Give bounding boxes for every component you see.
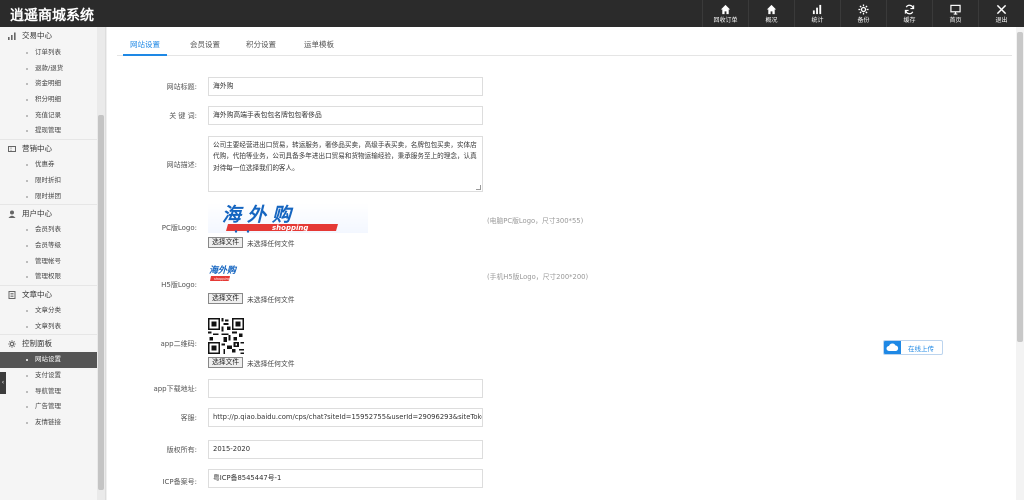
home-icon bbox=[720, 4, 731, 14]
sidebar-item-admin-permissions[interactable]: 管理权限 bbox=[0, 269, 105, 285]
user-icon bbox=[8, 210, 16, 219]
pc-logo-file-status: 未选择任何文件 bbox=[247, 240, 295, 248]
monitor-icon bbox=[950, 4, 961, 15]
h5-logo-text: 海外购 bbox=[209, 265, 238, 276]
keywords-input[interactable]: 海外购高端手表包包名牌包包奢侈品 bbox=[208, 106, 483, 125]
cloud-upload-icon bbox=[886, 343, 899, 351]
nav-overview[interactable]: 概况 bbox=[748, 0, 794, 27]
ticket-icon bbox=[8, 146, 16, 153]
app-download-label: app下载地址: bbox=[153, 385, 197, 393]
h5-logo-file-button[interactable]: 选择文件 bbox=[208, 293, 244, 304]
sidebar-scrollbar[interactable] bbox=[97, 27, 105, 500]
copyright-input[interactable]: 2015-2020 bbox=[208, 440, 483, 459]
pc-logo-label: PC版Logo: bbox=[161, 224, 197, 232]
sidebar-item-members[interactable]: 会员列表 bbox=[0, 222, 105, 238]
pc-logo-subtext: shopping bbox=[272, 224, 308, 232]
sidebar-item-payment-settings[interactable]: 支付设置 bbox=[0, 368, 105, 384]
sidebar-item-friend-links[interactable]: 友情链接 bbox=[0, 415, 105, 431]
nav-cache[interactable]: 缓存 bbox=[886, 0, 932, 27]
h5-logo-graphic: 海外购 shopping bbox=[209, 265, 238, 281]
tab-points-settings[interactable]: 积分设置 bbox=[239, 35, 283, 56]
app-qr-label: app二维码: bbox=[160, 340, 197, 348]
sidebar-item-nav-management[interactable]: 导航管理 bbox=[0, 384, 105, 400]
service-label: 客服: bbox=[180, 414, 197, 422]
sidebar-item-group-buy[interactable]: 限时拼团 bbox=[0, 189, 105, 205]
icp-input[interactable]: 粤ICP备8545447号-1 bbox=[208, 469, 483, 488]
document-icon bbox=[8, 290, 16, 299]
sidebar-item-admin-accounts[interactable]: 管理帐号 bbox=[0, 254, 105, 270]
home-icon bbox=[766, 4, 777, 14]
sidebar-group-trade[interactable]: 交易中心 bbox=[0, 27, 105, 45]
sidebar-item-refunds[interactable]: 退款/退货 bbox=[0, 61, 105, 77]
bar-chart-icon bbox=[8, 32, 16, 40]
bar-chart-icon bbox=[812, 4, 822, 14]
gear-icon bbox=[8, 340, 16, 349]
refresh-icon bbox=[904, 4, 915, 14]
sidebar-item-withdraw[interactable]: 提现管理 bbox=[0, 123, 105, 139]
sidebar-group-users[interactable]: 用户中心 bbox=[0, 204, 105, 222]
h5-logo-label: H5版Logo: bbox=[161, 281, 197, 289]
sidebar-item-orders[interactable]: 订单列表 bbox=[0, 45, 105, 61]
sidebar-item-article-list[interactable]: 文章列表 bbox=[0, 319, 105, 335]
pc-logo-file-button[interactable]: 选择文件 bbox=[208, 237, 244, 248]
keywords-label: 关 键 词: bbox=[169, 112, 197, 120]
h5-logo-file-status: 未选择任何文件 bbox=[247, 296, 295, 304]
h5-logo-subtext: shopping bbox=[214, 277, 231, 281]
sidebar-item-site-settings[interactable]: 网站设置 bbox=[0, 352, 105, 368]
sidebar-item-funds[interactable]: 资金明细 bbox=[0, 76, 105, 92]
pc-logo-hint: (电脑PC版Logo，尺寸300*55) bbox=[487, 217, 584, 225]
sidebar-scroll-thumb[interactable] bbox=[98, 115, 104, 490]
sidebar-group-control-panel[interactable]: 控制面板 bbox=[0, 334, 105, 352]
close-icon bbox=[996, 4, 1007, 14]
icp-label: ICP备案号: bbox=[162, 478, 197, 486]
description-textarea[interactable]: 公司主要经营进出口贸易，转运服务，奢侈品买卖，高级手表买卖，名牌包包买卖，实体店… bbox=[208, 136, 483, 192]
sidebar-collapse-handle[interactable]: ‹ bbox=[0, 372, 6, 394]
sidebar-item-member-levels[interactable]: 会员等级 bbox=[0, 238, 105, 254]
sidebar-item-coupons[interactable]: 优惠券 bbox=[0, 157, 105, 173]
site-title-label: 网站标题: bbox=[166, 83, 197, 91]
h5-logo-hint: (手机H5版Logo，尺寸200*200) bbox=[487, 273, 589, 281]
description-text: 公司主要经营进出口贸易，转运服务，奢侈品买卖，高级手表买卖，名牌包包买卖，实体店… bbox=[213, 141, 477, 172]
online-upload-label: 在线上传 bbox=[908, 345, 934, 353]
online-upload-button[interactable]: 在线上传 bbox=[883, 340, 943, 355]
tab-waybill-template[interactable]: 运单模板 bbox=[297, 35, 341, 56]
app-qr-code-image bbox=[208, 318, 244, 354]
pc-logo-graphic: 海外购 shopping bbox=[222, 204, 338, 233]
tab-site-settings[interactable]: 网站设置 bbox=[123, 35, 167, 56]
main-scrollbar[interactable] bbox=[1016, 27, 1024, 500]
sidebar-item-ad-management[interactable]: 广告管理 bbox=[0, 399, 105, 415]
top-nav: 回收订单 概况 统计 备份 缓存 首页 退出 bbox=[702, 0, 1024, 27]
chevron-left-icon: ‹ bbox=[1, 379, 5, 386]
app-download-input[interactable] bbox=[208, 379, 483, 398]
main-content: 网站设置 会员设置 积分设置 运单模板 网站标题: 海外购 关 键 词: 海外购… bbox=[107, 27, 1024, 500]
nav-home[interactable]: 首页 bbox=[932, 0, 978, 27]
gear-icon bbox=[858, 3, 869, 15]
app-qr-file-status: 未选择任何文件 bbox=[247, 360, 295, 368]
sidebar-group-marketing[interactable]: 营销中心 bbox=[0, 139, 105, 157]
description-label: 网站描述: bbox=[166, 161, 197, 169]
app-qr-file-button[interactable]: 选择文件 bbox=[208, 357, 244, 368]
tab-member-settings[interactable]: 会员设置 bbox=[183, 35, 227, 56]
sidebar-item-article-categories[interactable]: 文章分类 bbox=[0, 303, 105, 319]
nav-logout[interactable]: 退出 bbox=[978, 0, 1024, 27]
sidebar-item-discount[interactable]: 限时折扣 bbox=[0, 173, 105, 189]
sidebar-group-articles[interactable]: 文章中心 bbox=[0, 284, 105, 303]
top-bar: 逍遥商城系统 回收订单 概况 统计 备份 缓存 首页 退出 bbox=[0, 0, 1024, 27]
sidebar-item-recharge[interactable]: 充值记录 bbox=[0, 108, 105, 124]
service-input[interactable]: http://p.qiao.baidu.com/cps/chat?siteId=… bbox=[208, 408, 483, 427]
pc-logo-image: 海外购 shopping bbox=[208, 203, 368, 233]
settings-tabs: 网站设置 会员设置 积分设置 运单模板 bbox=[117, 35, 1012, 56]
site-title-input[interactable]: 海外购 bbox=[208, 77, 483, 96]
nav-backup[interactable]: 备份 bbox=[840, 0, 886, 27]
copyright-label: 版权所有: bbox=[166, 446, 197, 454]
sidebar: 交易中心 订单列表 退款/退货 资金明细 积分明细 充值记录 提现管理 营销中心… bbox=[0, 27, 106, 500]
nav-recycle-orders[interactable]: 回收订单 bbox=[702, 0, 748, 27]
nav-statistics[interactable]: 统计 bbox=[794, 0, 840, 27]
resize-grip-icon[interactable] bbox=[476, 185, 481, 190]
pc-logo-text: 海外购 bbox=[222, 204, 297, 226]
h5-logo-image: 海外购 shopping bbox=[208, 260, 238, 289]
main-scroll-thumb[interactable] bbox=[1017, 32, 1023, 342]
app-title: 逍遥商城系统 bbox=[10, 8, 94, 24]
sidebar-item-points[interactable]: 积分明细 bbox=[0, 92, 105, 108]
